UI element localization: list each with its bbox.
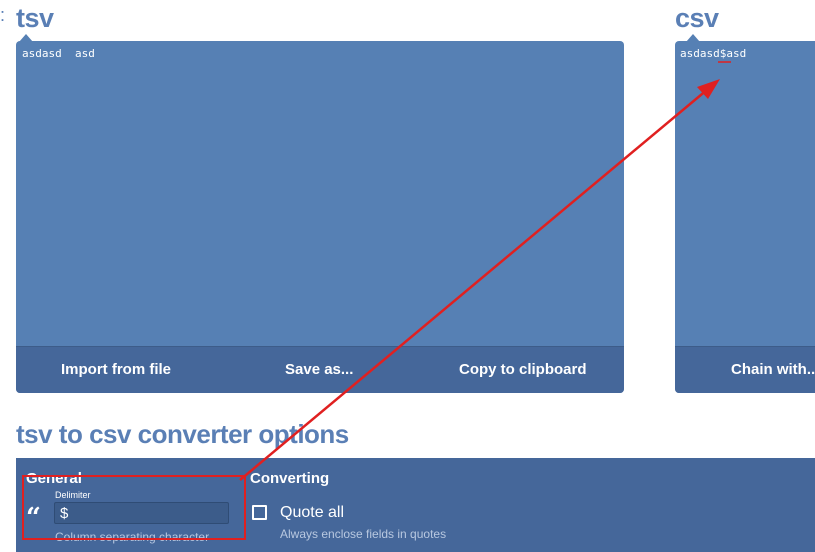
quote-all-label[interactable]: Quote all [280, 504, 344, 522]
csv-output-text[interactable]: asdasd$asd [680, 47, 746, 61]
quote-all-checkbox[interactable] [252, 505, 267, 520]
csv-title: csv [675, 3, 719, 33]
delimiter-input[interactable] [54, 502, 229, 524]
delimiter-hint: Column separating character [55, 530, 210, 544]
csv-toolbar: Chain with... [675, 346, 815, 393]
quote-icon: “ [26, 503, 41, 533]
csv-panel: asdasd$asd Chain with... [675, 41, 815, 393]
tsv-title: tsv [16, 3, 54, 33]
copy-to-clipboard-button[interactable]: Copy to clipboard [459, 347, 587, 393]
options-title: tsv to csv converter options [16, 419, 349, 449]
edge-glyph: : [0, 6, 4, 24]
converting-heading: Converting [250, 470, 330, 487]
quote-all-hint: Always enclose fields in quotes [280, 527, 447, 541]
general-heading: General [26, 470, 82, 487]
import-from-file-button[interactable]: Import from file [61, 347, 171, 393]
tsv-toolbar: Import from file Save as... Copy to clip… [16, 346, 624, 393]
tsv-input-text[interactable]: asdasd asd [22, 47, 612, 337]
delimiter-label: Delimiter [55, 490, 91, 500]
chain-with-button[interactable]: Chain with... [731, 347, 815, 393]
save-as-button[interactable]: Save as... [285, 347, 353, 393]
tsv-panel: asdasd asd Import from file Save as... C… [16, 41, 624, 393]
